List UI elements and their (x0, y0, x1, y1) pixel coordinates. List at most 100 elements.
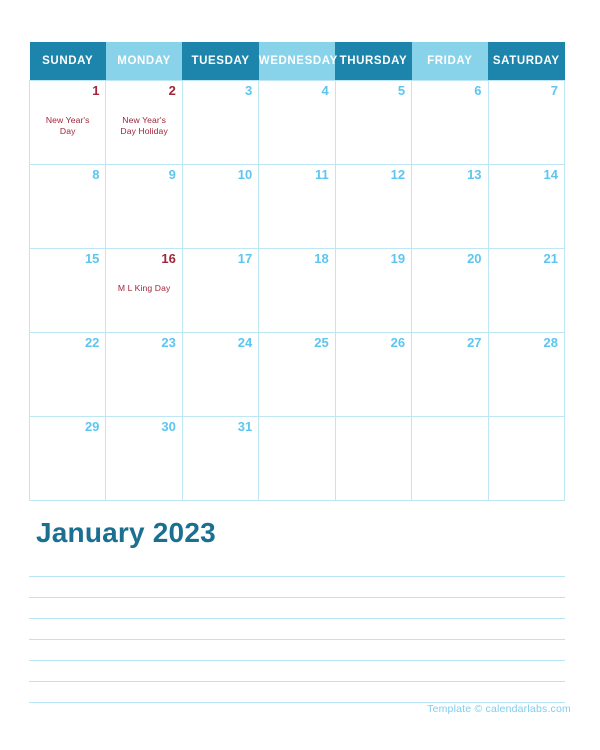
day-number: 7 (550, 82, 558, 98)
weekday-header-friday: FRIDAY (411, 42, 489, 80)
day-cell-empty[interactable] (487, 415, 566, 501)
day-number: 10 (237, 166, 253, 182)
day-cell-9[interactable]: 9 (105, 163, 183, 249)
day-cell-18[interactable]: 18 (258, 247, 336, 333)
note-line[interactable] (29, 661, 565, 682)
day-cell-29[interactable]: 29 (28, 415, 107, 501)
day-number: 15 (84, 250, 100, 266)
day-number: 16 (161, 250, 176, 266)
weekday-header-tuesday: TUESDAY (182, 42, 259, 80)
day-number: 18 (314, 250, 329, 266)
day-number: 4 (321, 82, 329, 98)
day-number: 31 (237, 418, 253, 434)
day-cell-5[interactable]: 5 (334, 79, 413, 165)
day-cell-6[interactable]: 6 (411, 79, 489, 165)
day-cell-empty[interactable] (411, 415, 489, 501)
day-cell-4[interactable]: 4 (258, 79, 336, 165)
calendar-page: SUNDAY MONDAY TUESDAY WEDNESDAY THURSDAY FRID… (0, 0, 600, 750)
day-cell-31[interactable]: 31 (181, 415, 260, 501)
day-number: 20 (467, 250, 482, 266)
day-cell-15[interactable]: 15 (28, 247, 107, 333)
day-cell-27[interactable]: 27 (411, 331, 489, 417)
day-number: 30 (161, 418, 176, 434)
day-number: 9 (168, 166, 176, 182)
day-number (489, 417, 564, 419)
day-number: 29 (84, 418, 100, 434)
day-number: 1 (92, 82, 100, 98)
day-events: M L King Day (109, 283, 178, 295)
day-cell-21[interactable]: 21 (487, 247, 566, 333)
note-line[interactable] (29, 556, 565, 577)
day-cell-1[interactable]: 1 New Year's Day (28, 79, 107, 165)
day-number: 11 (314, 166, 329, 182)
day-number: 21 (543, 250, 558, 266)
day-cell-25[interactable]: 25 (258, 331, 336, 417)
day-cell-14[interactable]: 14 (487, 163, 566, 249)
calendar-week-row: 8 9 10 11 12 13 14 (28, 163, 566, 249)
day-number: 12 (390, 166, 406, 182)
day-cell-16[interactable]: 16 M L King Day (105, 247, 183, 333)
day-number: 13 (467, 166, 482, 182)
day-number: 17 (237, 250, 253, 266)
calendar-grid: SUNDAY MONDAY TUESDAY WEDNESDAY THURSDAY FRID… (28, 42, 566, 501)
weekday-header-wednesday: WEDNESDAY (258, 42, 337, 80)
day-number: 22 (84, 334, 100, 350)
day-cell-28[interactable]: 28 (487, 331, 566, 417)
calendar-table: SUNDAY MONDAY TUESDAY WEDNESDAY THURSDAY FRID… (28, 42, 566, 501)
calendar-week-row: 29 30 31 (28, 415, 566, 501)
day-number: 8 (92, 166, 100, 182)
day-number: 25 (314, 334, 329, 350)
event-label: New Year's (122, 114, 166, 125)
event-label: Day Holiday (120, 126, 168, 136)
day-cell-20[interactable]: 20 (411, 247, 489, 333)
day-number (259, 417, 334, 419)
day-cell-17[interactable]: 17 (181, 247, 260, 333)
notes-area[interactable] (29, 556, 565, 703)
day-number: 3 (245, 82, 253, 98)
day-cell-23[interactable]: 23 (105, 331, 183, 417)
note-line[interactable] (29, 577, 565, 598)
day-cell-19[interactable]: 19 (334, 247, 413, 333)
weekday-header-monday: MONDAY (105, 42, 183, 80)
day-cell-26[interactable]: 26 (334, 331, 413, 417)
day-number: 19 (390, 250, 406, 266)
note-line[interactable] (29, 640, 565, 661)
day-number: 6 (474, 82, 482, 98)
day-number (336, 417, 411, 419)
weekday-header-thursday: THURSDAY (335, 42, 412, 80)
calendar-header-row: SUNDAY MONDAY TUESDAY WEDNESDAY THURSDAY FRID… (29, 42, 565, 80)
day-number: 23 (161, 334, 176, 350)
day-cell-22[interactable]: 22 (28, 331, 107, 417)
day-cell-8[interactable]: 8 (28, 163, 107, 249)
day-cell-12[interactable]: 12 (334, 163, 413, 249)
calendar-week-row: 22 23 24 25 26 27 28 (28, 331, 566, 417)
day-cell-24[interactable]: 24 (181, 331, 260, 417)
day-cell-13[interactable]: 13 (411, 163, 489, 249)
note-line[interactable] (29, 619, 565, 640)
event-label: New Year's (45, 114, 90, 125)
weekday-header-sunday: SUNDAY (29, 42, 106, 80)
note-line[interactable] (29, 682, 565, 703)
day-cell-3[interactable]: 3 (181, 79, 260, 165)
day-number: 27 (467, 334, 482, 350)
day-cell-7[interactable]: 7 (487, 79, 566, 165)
day-cell-10[interactable]: 10 (181, 163, 260, 249)
day-cell-empty[interactable] (334, 415, 413, 501)
day-number: 28 (543, 334, 558, 350)
calendar-week-row: 15 16 M L King Day 17 18 19 20 21 (28, 247, 566, 333)
day-cell-11[interactable]: 11 (258, 163, 336, 249)
weekday-header-saturday: SATURDAY (488, 42, 565, 80)
day-number (412, 417, 487, 419)
event-label: Day (59, 126, 76, 136)
footer-credit[interactable]: Template © calendarlabs.com (427, 703, 571, 715)
day-cell-2[interactable]: 2 New Year's Day Holiday (105, 79, 183, 165)
day-events: New Year's Day (33, 115, 102, 138)
note-line[interactable] (29, 598, 565, 619)
day-number: 24 (237, 334, 253, 350)
day-cell-30[interactable]: 30 (105, 415, 183, 501)
month-title: January 2023 (36, 517, 216, 548)
day-number: 5 (397, 82, 406, 98)
day-cell-empty[interactable] (258, 415, 336, 501)
day-number: 26 (390, 334, 406, 350)
calendar-week-row: 1 New Year's Day 2 New Year's Day Holiday 3 4 5 6… (28, 79, 566, 165)
